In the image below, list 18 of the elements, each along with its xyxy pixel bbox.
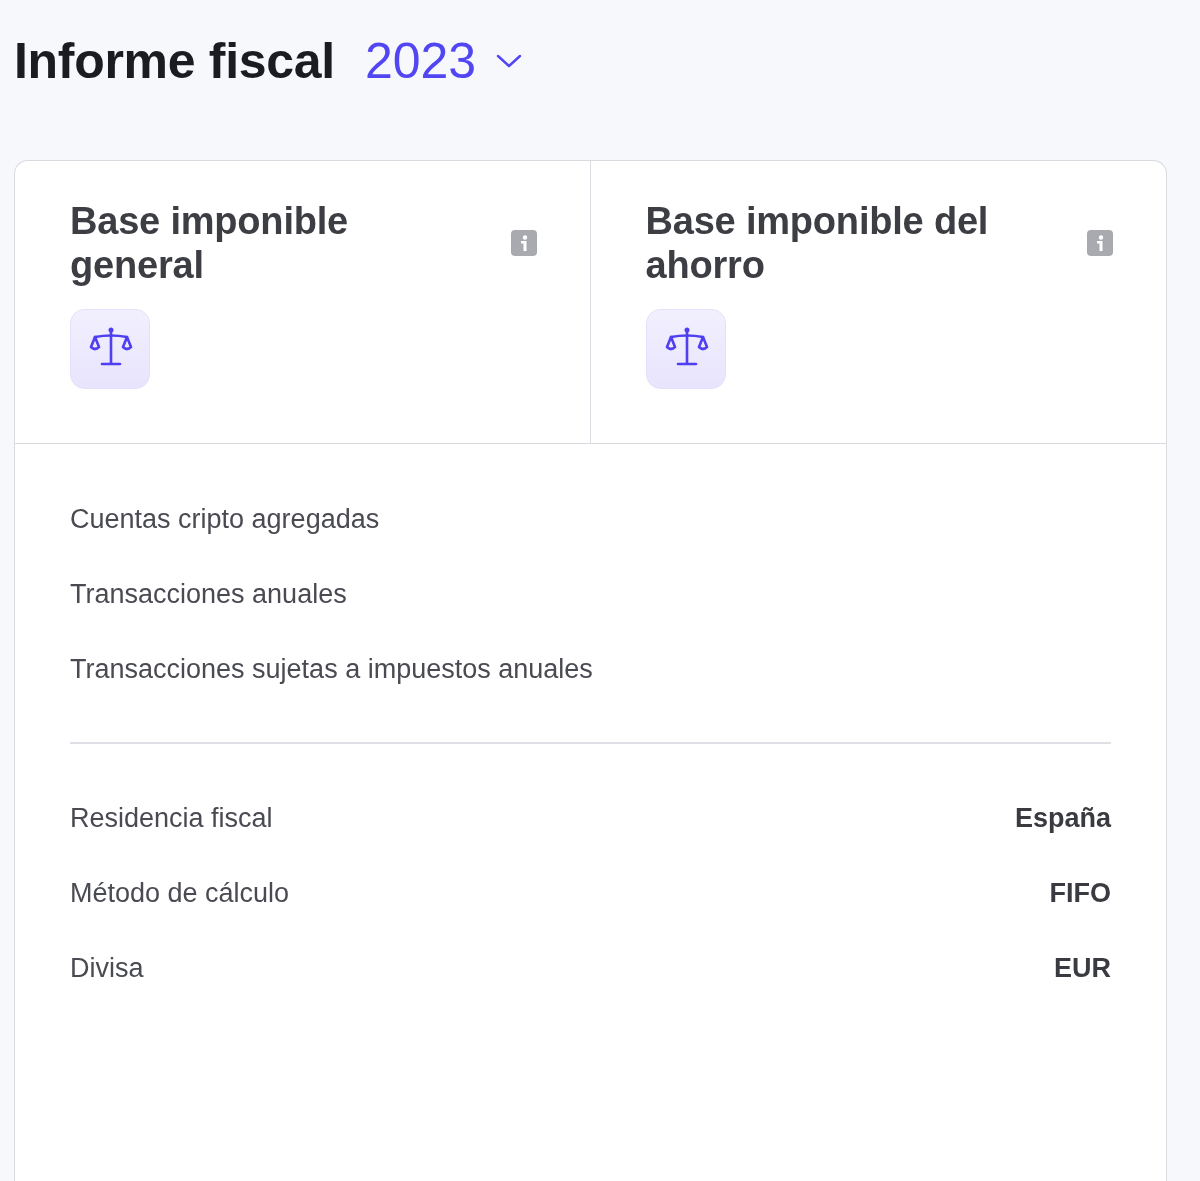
info-icon[interactable]	[510, 230, 537, 256]
setting-value: EUR	[1054, 952, 1111, 984]
stat-label: Transacciones sujetas a impuestos anuales	[70, 654, 593, 685]
setting-label: Residencia fiscal	[70, 802, 273, 834]
setting-label: Método de cálculo	[70, 877, 290, 909]
tax-base-title: Base imponible general	[70, 199, 350, 287]
page-title: Informe fiscal	[14, 32, 335, 91]
year-dropdown[interactable]: 2023	[364, 31, 523, 91]
stat-label: Transacciones anuales	[70, 579, 347, 610]
stat-label: Cuentas cripto agregadas	[70, 504, 380, 535]
chevron-icon	[496, 53, 523, 69]
setting-value: FIFO	[1049, 877, 1111, 909]
info-icon[interactable]	[1087, 230, 1113, 256]
setting-value: España	[1014, 802, 1111, 834]
scale-icon	[70, 309, 150, 389]
tax-base-title: Base imponible del ahorro	[645, 199, 990, 287]
setting-label: Divisa	[70, 952, 144, 984]
scale-icon	[645, 309, 726, 389]
